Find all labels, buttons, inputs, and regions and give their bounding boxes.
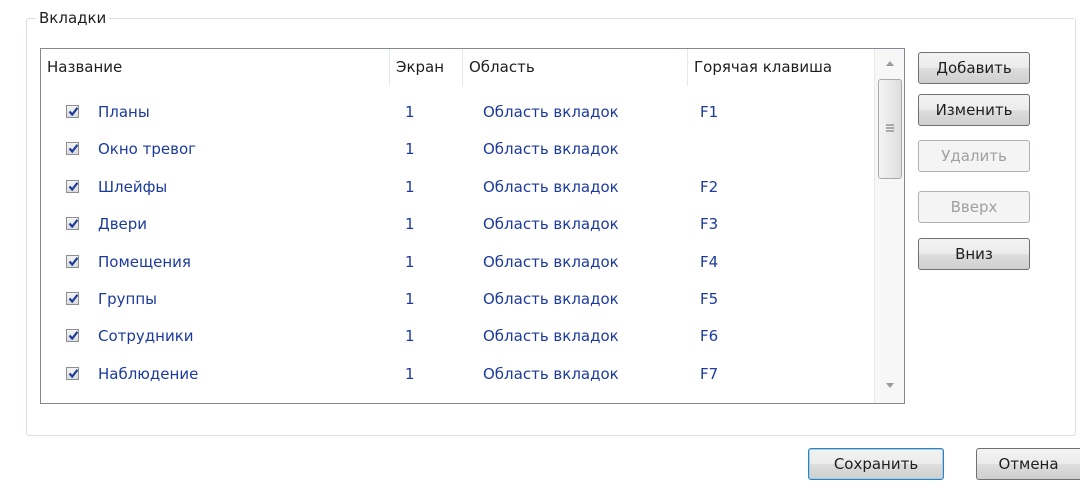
list-item[interactable]: Группы 1 Область вкладок F5 bbox=[41, 281, 873, 317]
row-name: Группы bbox=[98, 290, 158, 308]
row-name: Окно тревог bbox=[98, 140, 197, 159]
row-checkbox[interactable] bbox=[66, 292, 79, 305]
row-checkbox[interactable] bbox=[66, 366, 79, 380]
row-name: Помещения bbox=[98, 252, 191, 271]
row-area: Область вкладок bbox=[483, 215, 619, 234]
checkmark-icon bbox=[68, 294, 79, 304]
row-screen: 1 bbox=[405, 103, 415, 121]
list-item[interactable]: Окно тревог 1 Область вкладок bbox=[41, 131, 873, 167]
row-checkbox[interactable] bbox=[66, 329, 79, 343]
column-name[interactable]: Название bbox=[41, 49, 390, 86]
row-hotkey: F7 bbox=[700, 364, 719, 383]
move-down-button[interactable]: Вниз bbox=[918, 238, 1030, 270]
column-screen[interactable]: Экран bbox=[390, 49, 463, 86]
add-button[interactable]: Добавить bbox=[918, 52, 1030, 84]
list-item[interactable]: Планы 1 Область вкладок F1 bbox=[41, 94, 873, 130]
row-checkbox[interactable] bbox=[66, 254, 79, 268]
list-header: Название Экран Область Горячая клавиша bbox=[41, 49, 873, 86]
row-screen: 1 bbox=[405, 140, 415, 159]
row-hotkey: F8 bbox=[700, 393, 718, 403]
checkmark-icon bbox=[68, 331, 79, 341]
row-checkbox[interactable] bbox=[66, 105, 79, 118]
checkmark-icon bbox=[68, 256, 79, 266]
checkmark-icon bbox=[68, 368, 79, 379]
edit-button[interactable]: Изменить bbox=[918, 94, 1030, 126]
checkmark-icon bbox=[68, 107, 79, 117]
row-name: Двери bbox=[98, 215, 148, 234]
row-area: Область вкладок bbox=[483, 290, 619, 308]
checkmark-icon bbox=[68, 144, 79, 154]
row-hotkey: F3 bbox=[700, 215, 719, 234]
list-item[interactable]: Шлейфы 1 Область вкладок F2 bbox=[41, 169, 873, 205]
row-area: Область вкладок bbox=[483, 103, 619, 121]
row-screen: 1 bbox=[405, 252, 415, 271]
scroll-down-arrow-icon[interactable] bbox=[875, 373, 904, 401]
row-screen: 1 bbox=[405, 177, 415, 196]
column-hotkey[interactable]: Горячая клавиша bbox=[688, 49, 873, 86]
row-area: Область вкладок bbox=[483, 327, 619, 346]
row-screen: 1 bbox=[405, 393, 415, 403]
move-up-button[interactable]: Вверх bbox=[918, 191, 1030, 223]
row-screen: 1 bbox=[405, 327, 415, 346]
row-area: Область вкладок bbox=[483, 140, 619, 159]
row-hotkey: F4 bbox=[700, 252, 719, 271]
row-hotkey: F1 bbox=[700, 103, 719, 121]
row-screen: 1 bbox=[405, 290, 415, 308]
row-screen: 1 bbox=[405, 364, 415, 383]
cancel-button[interactable]: Отмена bbox=[976, 448, 1080, 480]
delete-button[interactable]: Удалить bbox=[918, 140, 1030, 172]
row-screen: 1 bbox=[405, 215, 415, 234]
row-hotkey: F2 bbox=[700, 177, 719, 196]
column-area[interactable]: Область bbox=[463, 49, 688, 86]
save-button[interactable]: Сохранить bbox=[808, 448, 944, 480]
row-area: Область вкладок bbox=[483, 177, 619, 196]
row-checkbox[interactable] bbox=[66, 217, 79, 231]
row-area: Область вкладок bbox=[483, 364, 619, 383]
list-item[interactable]: Пожарные датчики 1 Область вкладок F8 bbox=[41, 393, 873, 403]
scrollbar-thumb[interactable] bbox=[878, 79, 902, 179]
checkmark-icon bbox=[68, 219, 79, 229]
scroll-up-arrow-icon[interactable] bbox=[875, 49, 904, 77]
tabs-list[interactable]: Название Экран Область Горячая клавиша П… bbox=[40, 48, 905, 404]
list-item[interactable]: Помещения 1 Область вкладок F4 bbox=[41, 244, 873, 280]
list-item[interactable]: Наблюдение 1 Область вкладок F7 bbox=[41, 356, 873, 392]
row-checkbox[interactable] bbox=[66, 142, 79, 156]
row-area: Область вкладок bbox=[483, 393, 619, 403]
groupbox-title: Вкладки bbox=[36, 8, 110, 28]
row-name: Пожарные датчики bbox=[98, 393, 252, 403]
row-name: Сотрудники bbox=[98, 327, 194, 346]
row-checkbox[interactable] bbox=[66, 179, 79, 193]
row-name: Наблюдение bbox=[98, 364, 199, 383]
row-name: Шлейфы bbox=[98, 177, 168, 196]
row-name: Планы bbox=[98, 103, 150, 121]
list-item[interactable]: Двери 1 Область вкладок F3 bbox=[41, 206, 873, 242]
list-item[interactable]: Сотрудники 1 Область вкладок F6 bbox=[41, 318, 873, 354]
vertical-scrollbar[interactable] bbox=[874, 49, 904, 403]
checkmark-icon bbox=[68, 181, 79, 192]
row-hotkey: F5 bbox=[700, 290, 719, 308]
row-area: Область вкладок bbox=[483, 252, 619, 271]
row-hotkey: F6 bbox=[700, 327, 719, 346]
